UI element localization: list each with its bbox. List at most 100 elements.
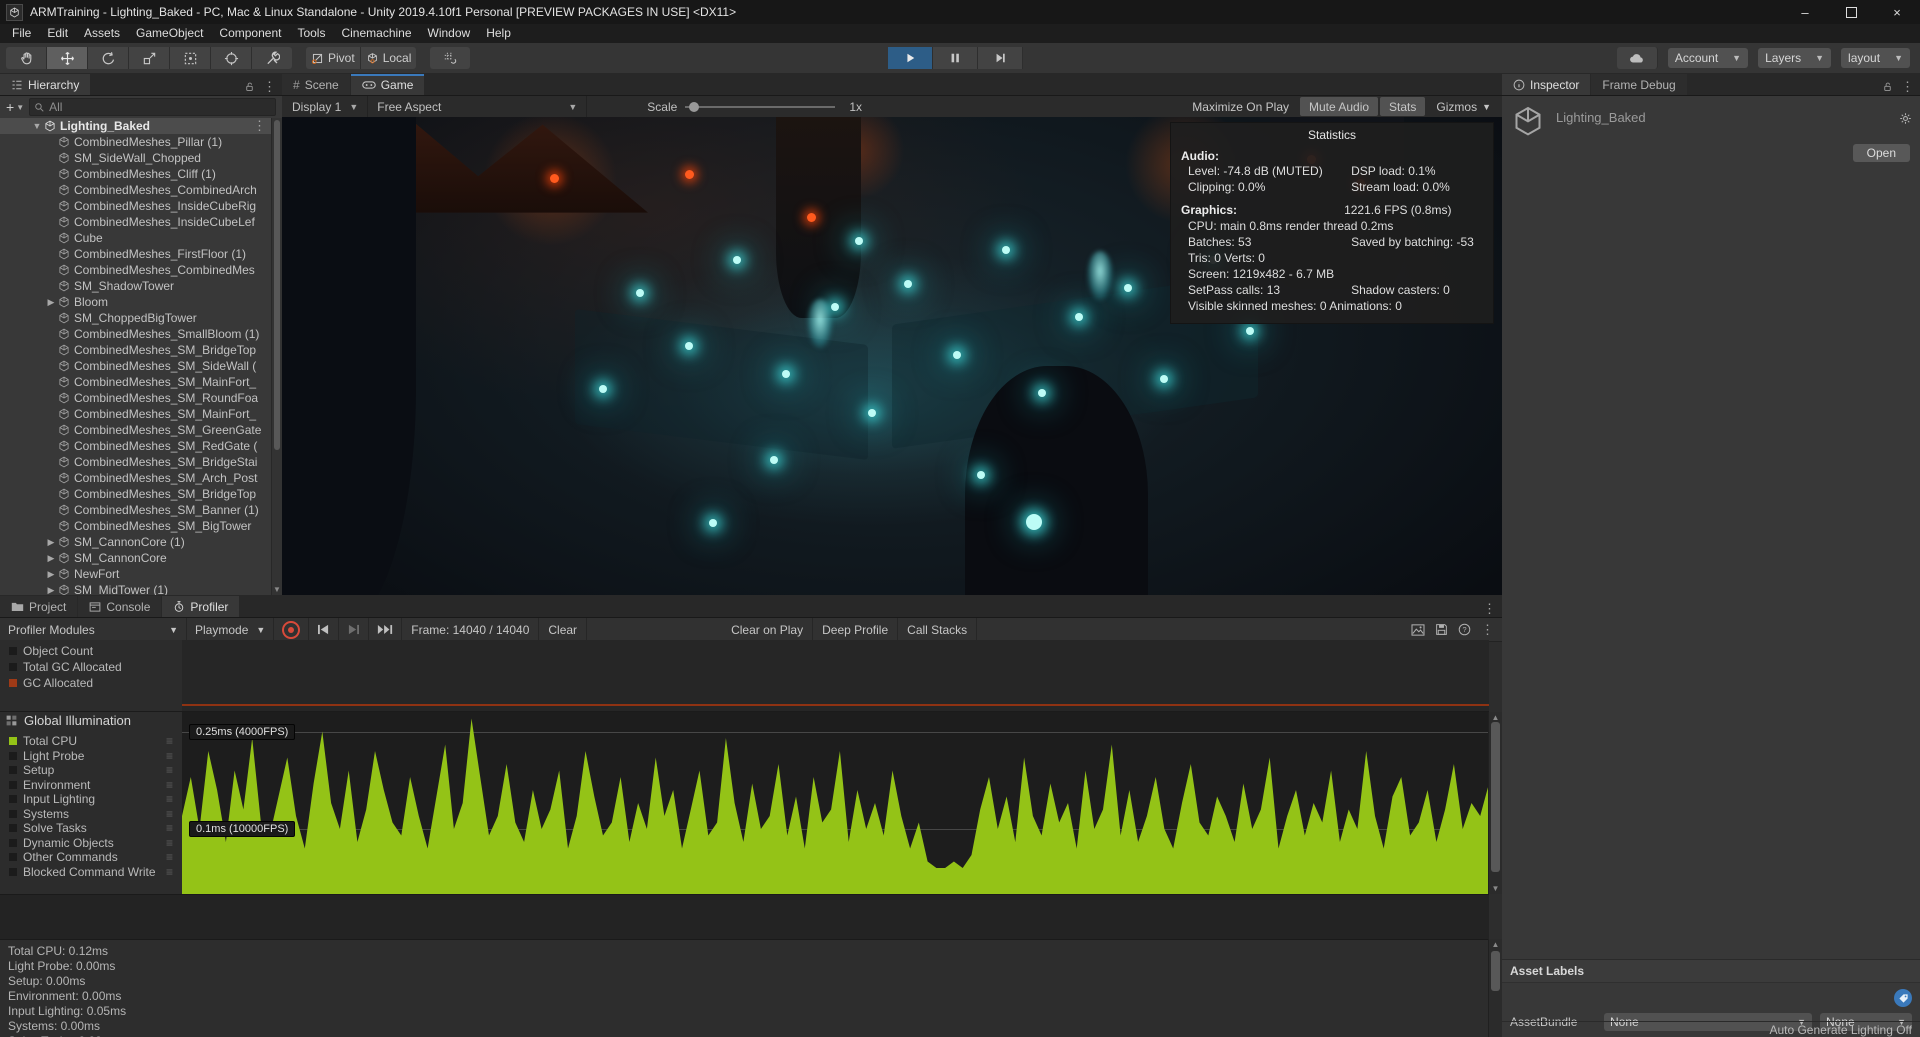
tab-project[interactable]: Project	[0, 596, 77, 617]
profiler-top-chart[interactable]	[182, 640, 1489, 711]
hierarchy-scrollbar[interactable]: ▼	[271, 118, 282, 595]
gi-chart[interactable]: 0.25ms (4000FPS) 0.1ms (10000FPS)	[182, 712, 1489, 894]
details-scrollbar[interactable]: ▲	[1488, 939, 1502, 1037]
hierarchy-item[interactable]: ▶SM_MidTower (1)	[0, 582, 272, 595]
hierarchy-item[interactable]: CombinedMeshes_Pillar (1)	[0, 134, 272, 150]
menu-file[interactable]: File	[4, 24, 39, 43]
scale-tool-icon[interactable]	[129, 47, 170, 69]
aspect-dropdown[interactable]: Free Aspect▼	[368, 96, 587, 117]
tab-inspector[interactable]: Inspector	[1502, 74, 1590, 95]
gi-module-header[interactable]: Global Illumination	[0, 709, 182, 731]
save-profile-icon[interactable]	[1435, 623, 1448, 636]
close-button[interactable]: ×	[1874, 0, 1920, 24]
hierarchy-item[interactable]: CombinedMeshes_FirstFloor (1)	[0, 246, 272, 262]
chart-scrollbar[interactable]: ▲ ▼	[1488, 712, 1502, 894]
profiler-legend-item[interactable]: Environment≡	[0, 778, 182, 793]
deep-profile-toggle[interactable]: Deep Profile	[813, 618, 898, 641]
first-frame-button[interactable]	[309, 618, 339, 641]
last-frame-button[interactable]	[369, 618, 402, 641]
grid-snap-icon[interactable]	[430, 47, 470, 69]
clear-button[interactable]: Clear	[539, 618, 587, 641]
label-tag-button[interactable]	[1894, 989, 1912, 1007]
hierarchy-item[interactable]: SM_ShadowTower	[0, 278, 272, 294]
hierarchy-item[interactable]: CombinedMeshes_SM_Arch_Post	[0, 470, 272, 486]
maximize-button[interactable]	[1828, 0, 1874, 24]
tab-scene[interactable]: #Scene	[282, 74, 350, 95]
menu-cinemachine[interactable]: Cinemachine	[333, 24, 419, 43]
hierarchy-item[interactable]: ▶SM_CannonCore (1)	[0, 534, 272, 550]
hierarchy-item[interactable]: CombinedMeshes_SM_RoundFoa	[0, 390, 272, 406]
custom-tool-icon[interactable]	[252, 47, 292, 69]
next-frame-button[interactable]	[339, 618, 369, 641]
panel-menu-icon[interactable]: ⋮	[263, 79, 276, 95]
hierarchy-search-input[interactable]: All	[29, 98, 276, 116]
panel-menu-icon[interactable]: ⋮	[1483, 601, 1496, 617]
layers-dropdown[interactable]: Layers▼	[1758, 48, 1831, 68]
menu-tools[interactable]: Tools	[289, 24, 333, 43]
tab-console[interactable]: Console	[78, 596, 161, 617]
hierarchy-item[interactable]: CombinedMeshes_SM_BigTower	[0, 518, 272, 534]
cloud-button[interactable]	[1617, 47, 1658, 69]
menu-gameobject[interactable]: GameObject	[128, 24, 211, 43]
expand-arrow-icon[interactable]: ▼	[30, 121, 44, 131]
hierarchy-item[interactable]: CombinedMeshes_SmallBloom (1)	[0, 326, 272, 342]
lock-icon[interactable]	[244, 81, 255, 93]
local-toggle[interactable]: Local	[361, 47, 417, 69]
profiler-legend-item[interactable]: Light Probe≡	[0, 749, 182, 764]
hierarchy-item[interactable]: SM_ChoppedBigTower	[0, 310, 272, 326]
gear-icon[interactable]	[1899, 112, 1912, 125]
pivot-toggle[interactable]: Pivot	[306, 47, 361, 69]
profiler-legend-item[interactable]: Systems≡	[0, 807, 182, 822]
hierarchy-item[interactable]: ▶SM_CannonCore	[0, 550, 272, 566]
scene-menu-icon[interactable]: ⋮	[253, 118, 266, 134]
hierarchy-item[interactable]: CombinedMeshes_CombinedMes	[0, 262, 272, 278]
hand-tool-icon[interactable]	[6, 47, 47, 69]
hierarchy-item[interactable]: CombinedMeshes_CombinedArch	[0, 182, 272, 198]
step-button[interactable]	[978, 47, 1023, 69]
profiler-legend-item[interactable]: Total CPU≡	[0, 734, 182, 749]
hierarchy-item[interactable]: CombinedMeshes_SM_BridgeStai	[0, 454, 272, 470]
account-dropdown[interactable]: Account▼	[1668, 48, 1748, 68]
stats-toggle[interactable]: Stats	[1380, 97, 1425, 116]
game-viewport[interactable]: Statistics Audio: Level: -74.8 dB (MUTED…	[282, 117, 1502, 595]
load-profile-icon[interactable]	[1411, 624, 1425, 636]
menu-component[interactable]: Component	[211, 24, 289, 43]
hierarchy-item[interactable]: CombinedMeshes_SM_RedGate (	[0, 438, 272, 454]
rotate-tool-icon[interactable]	[88, 47, 129, 69]
hierarchy-item[interactable]: CombinedMeshes_Cliff (1)	[0, 166, 272, 182]
move-tool-icon[interactable]	[47, 47, 88, 69]
menu-edit[interactable]: Edit	[39, 24, 76, 43]
hierarchy-item[interactable]: CombinedMeshes_SM_Banner (1)	[0, 502, 272, 518]
hierarchy-item[interactable]: SM_SideWall_Chopped	[0, 150, 272, 166]
tab-hierarchy[interactable]: Hierarchy	[0, 74, 90, 95]
hierarchy-item[interactable]: ▶NewFort	[0, 566, 272, 582]
profiler-legend-item[interactable]: Input Lighting≡	[0, 792, 182, 807]
profiler-legend-item[interactable]: Blocked Command Write≡	[0, 865, 182, 880]
menu-help[interactable]: Help	[478, 24, 519, 43]
profiler-mode-dropdown[interactable]: Playmode▼	[187, 618, 274, 641]
layout-dropdown[interactable]: layout▼	[1841, 48, 1910, 68]
minimize-button[interactable]: –	[1782, 0, 1828, 24]
hierarchy-item[interactable]: CombinedMeshes_SM_BridgeTop	[0, 486, 272, 502]
profiler-legend-item[interactable]: Solve Tasks≡	[0, 821, 182, 836]
lock-icon[interactable]	[1882, 81, 1893, 93]
panel-menu-icon[interactable]: ⋮	[1901, 79, 1914, 95]
hierarchy-item[interactable]: CombinedMeshes_SM_MainFort_	[0, 374, 272, 390]
profiler-legend-item[interactable]: Dynamic Objects≡	[0, 836, 182, 851]
profiler-legend-item[interactable]: Other Commands≡	[0, 850, 182, 865]
hierarchy-item[interactable]: CombinedMeshes_InsideCubeRig	[0, 198, 272, 214]
menu-assets[interactable]: Assets	[76, 24, 128, 43]
tab-frame-debug[interactable]: Frame Debug	[1591, 74, 1686, 95]
panel-menu-icon[interactable]: ⋮	[1481, 622, 1494, 638]
profiler-legend-item[interactable]: Setup≡	[0, 763, 182, 778]
call-stacks-toggle[interactable]: Call Stacks	[898, 618, 977, 641]
open-button[interactable]: Open	[1853, 144, 1910, 162]
hierarchy-item[interactable]: Cube	[0, 230, 272, 246]
menu-window[interactable]: Window	[420, 24, 479, 43]
hierarchy-item[interactable]: CombinedMeshes_SM_SideWall (	[0, 358, 272, 374]
hierarchy-item[interactable]: CombinedMeshes_SM_GreenGate	[0, 422, 272, 438]
maximize-on-play-toggle[interactable]: Maximize On Play	[1183, 97, 1298, 116]
scroll-down-icon[interactable]: ▼	[272, 585, 282, 594]
asset-labels-header[interactable]: Asset Labels	[1502, 960, 1920, 983]
tab-game[interactable]: Game	[351, 74, 425, 95]
